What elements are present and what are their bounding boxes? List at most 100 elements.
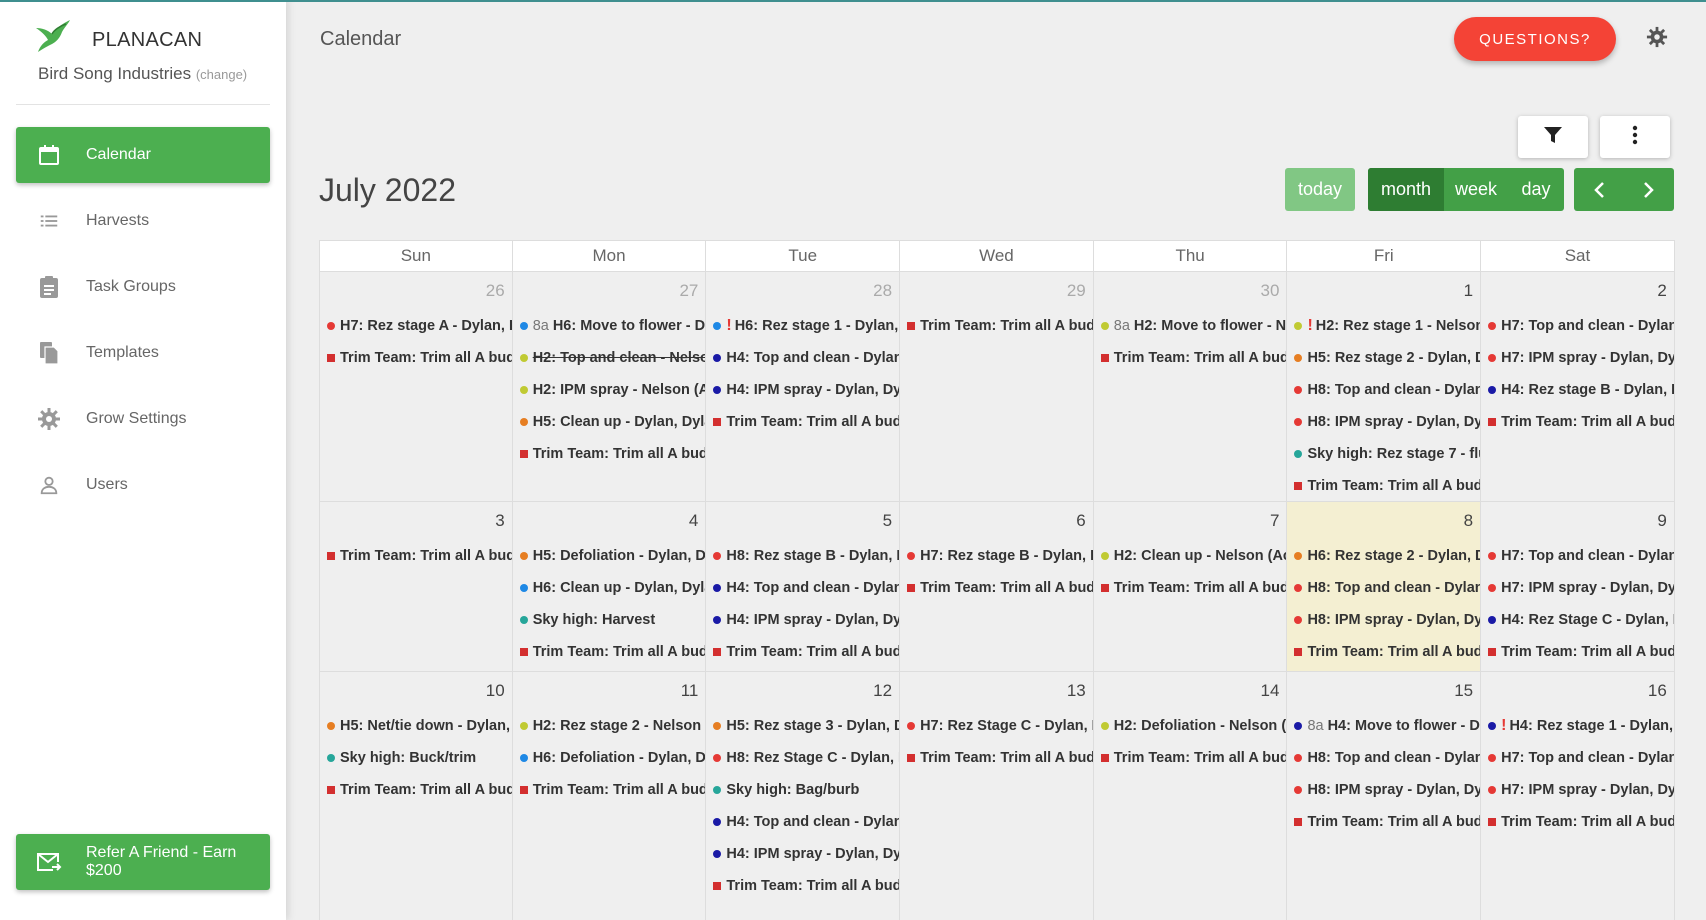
calendar-event[interactable]: H7: IPM spray - Dylan, Dy xyxy=(1481,774,1674,806)
calendar-event[interactable]: H4: Top and clean - Dylan xyxy=(706,806,899,838)
calendar-event[interactable]: H8: Top and clean - Dylan xyxy=(1287,572,1480,604)
day-cell[interactable]: 11 H2: Rez stage 2 - Nelson H6: Defoliatio… xyxy=(513,672,707,920)
day-cell[interactable]: 5 H8: Rez stage B - Dylan, D H4: Top and c… xyxy=(706,502,901,672)
calendar-event[interactable]: Trim Team: Trim all A buds xyxy=(706,406,899,438)
calendar-event[interactable]: H4: IPM spray - Dylan, Dy xyxy=(706,838,899,870)
calendar-event[interactable]: H8: Rez stage B - Dylan, D xyxy=(706,540,899,572)
calendar-event[interactable]: Trim Team: Trim all A buds xyxy=(1094,342,1286,374)
calendar-event[interactable]: H4: Rez stage B - Dylan, D xyxy=(1481,374,1674,406)
day-cell[interactable]: 4 H5: Defoliation - Dylan, Dy H6: Clean up… xyxy=(512,502,707,672)
calendar-event[interactable]: Trim Team: Trim all A buds xyxy=(1481,406,1674,438)
brand[interactable]: PLANACAN xyxy=(32,16,272,66)
calendar-event[interactable]: H4: Rez Stage C - Dylan, D xyxy=(1481,604,1674,636)
day-cell[interactable]: 9 H7: Top and clean - Dylan H7: IPM spray … xyxy=(1481,502,1675,672)
calendar-event[interactable]: H7: Top and clean - Dylan xyxy=(1481,310,1674,342)
view-week-button[interactable]: week xyxy=(1444,168,1508,211)
next-month-button[interactable] xyxy=(1624,168,1674,211)
calendar-event[interactable]: H8: IPM spray - Dylan, Dy xyxy=(1287,406,1480,438)
more-options-button[interactable] xyxy=(1600,116,1670,158)
day-cell[interactable]: 29 Trim Team: Trim all A buds xyxy=(900,272,1094,502)
sidebar-item-calendar[interactable]: Calendar xyxy=(16,127,270,183)
calendar-event[interactable]: H7: IPM spray - Dylan, Dy xyxy=(1481,342,1674,374)
calendar-event[interactable]: Trim Team: Trim all A buds xyxy=(706,870,899,902)
day-number[interactable]: 4 xyxy=(513,502,706,534)
calendar-event[interactable]: H6: Defoliation - Dylan, Dy xyxy=(513,742,705,774)
sidebar-item-grow-settings[interactable]: Grow Settings xyxy=(16,391,270,447)
calendar-event[interactable]: H5: Net/tie down - Dylan, xyxy=(320,710,512,742)
sidebar-item-task-groups[interactable]: Task Groups xyxy=(16,259,270,315)
calendar-event[interactable]: Trim Team: Trim all A buds xyxy=(513,438,705,470)
calendar-event[interactable]: Trim Team: Trim all A buds xyxy=(513,774,705,806)
calendar-event[interactable]: H8: Top and clean - Dylan xyxy=(1287,742,1480,774)
calendar-event[interactable]: H7: Rez stage A - Dylan, D xyxy=(320,310,512,342)
day-number[interactable]: 10 xyxy=(320,672,512,704)
calendar-event[interactable]: H4: IPM spray - Dylan, Dy xyxy=(706,374,899,406)
day-number[interactable]: 26 xyxy=(320,272,512,304)
calendar-event[interactable]: Trim Team: Trim all A buds xyxy=(900,572,1093,604)
day-cell[interactable]: 16 ! H4: Rez stage 1 - Dylan, H7: Top and c… xyxy=(1481,672,1675,920)
day-cell[interactable]: 26 H7: Rez stage A - Dylan, D Trim Team: T… xyxy=(319,272,513,502)
day-number[interactable]: 7 xyxy=(1094,502,1287,534)
calendar-event[interactable]: Trim Team: Trim all A buds xyxy=(1481,806,1674,838)
calendar-event[interactable]: 8a H2: Move to flower - N xyxy=(1094,310,1287,342)
day-number[interactable]: 3 xyxy=(320,502,512,534)
day-number[interactable]: 15 xyxy=(1287,672,1480,704)
day-number[interactable]: 27 xyxy=(513,272,706,304)
calendar-event[interactable]: H2: Rez stage 2 - Nelson xyxy=(513,710,706,742)
calendar-event[interactable]: ! H4: Rez stage 1 - Dylan, xyxy=(1481,710,1674,742)
calendar-event[interactable]: Sky high: Buck/trim xyxy=(320,742,512,774)
day-cell[interactable]: 12 H5: Rez stage 3 - Dylan, D H8: Rez Stag… xyxy=(706,672,901,920)
day-number[interactable]: 14 xyxy=(1094,672,1287,704)
day-cell[interactable]: 27 8a H6: Move to flower - D H2: Top and cl… xyxy=(512,272,707,502)
calendar-event[interactable]: H6: Rez stage 2 - Dylan, D xyxy=(1287,540,1480,572)
calendar-event[interactable]: H7: Top and clean - Dylan xyxy=(1481,742,1674,774)
calendar-event[interactable]: Trim Team: Trim all A buds xyxy=(1287,636,1480,668)
calendar-event[interactable]: H4: Top and clean - Dylan xyxy=(706,342,899,374)
view-month-button[interactable]: month xyxy=(1368,168,1444,211)
refer-friend-button[interactable]: Refer A Friend - Earn $200 xyxy=(16,834,270,890)
questions-button[interactable]: QUESTIONS? xyxy=(1454,17,1616,61)
day-number[interactable]: 9 xyxy=(1481,502,1674,534)
day-cell[interactable]: 15 8a H4: Move to flower - D H8: Top and cl… xyxy=(1287,672,1482,920)
today-button[interactable]: today xyxy=(1285,168,1355,211)
sidebar-item-templates[interactable]: Templates xyxy=(16,325,270,381)
filter-button[interactable] xyxy=(1518,116,1588,158)
calendar-event[interactable]: H7: Rez stage B - Dylan, D xyxy=(900,540,1093,572)
calendar-event[interactable]: H7: Top and clean - Dylan xyxy=(1481,540,1674,572)
settings-gear-icon[interactable] xyxy=(1646,26,1672,52)
day-cell-today[interactable]: 8 H6: Rez stage 2 - Dylan, D H8: Top and c… xyxy=(1287,502,1482,672)
calendar-event[interactable]: ! H2: Rez stage 1 - Nelson xyxy=(1287,310,1480,342)
day-cell[interactable]: 30 8a H2: Move to flower - N Trim Team: Tri… xyxy=(1093,272,1288,502)
calendar-event[interactable]: H8: Rez Stage C - Dylan, D xyxy=(706,742,899,774)
calendar-event[interactable]: Trim Team: Trim all A buds xyxy=(513,636,705,668)
calendar-event[interactable]: H4: Top and clean - Dylan xyxy=(706,572,899,604)
day-number[interactable]: 29 xyxy=(900,272,1093,304)
sidebar-item-users[interactable]: Users xyxy=(16,457,270,513)
calendar-event[interactable]: H7: IPM spray - Dylan, Dy xyxy=(1481,572,1674,604)
day-cell[interactable]: 14 H2: Defoliation - Nelson (Trim Team: T… xyxy=(1094,672,1288,920)
calendar-event[interactable]: H5: Rez stage 2 - Dylan, D xyxy=(1287,342,1480,374)
calendar-event[interactable]: H5: Rez stage 3 - Dylan, D xyxy=(706,710,899,742)
calendar-event[interactable]: Trim Team: Trim all A buds xyxy=(320,342,512,374)
day-cell[interactable]: 10 H5: Net/tie down - Dylan, Sky high: Buc… xyxy=(319,672,513,920)
calendar-event[interactable]: Trim Team: Trim all A buds xyxy=(706,636,899,668)
calendar-event[interactable]: H6: Clean up - Dylan, Dyla xyxy=(513,572,705,604)
day-number[interactable]: 1 xyxy=(1287,272,1480,304)
calendar-event[interactable]: Trim Team: Trim all A buds xyxy=(1287,806,1480,838)
day-cell[interactable]: 6 H7: Rez stage B - Dylan, D Trim Team: Tr… xyxy=(900,502,1094,672)
calendar-event[interactable]: Trim Team: Trim all A buds xyxy=(1481,636,1674,668)
day-number[interactable]: 5 xyxy=(706,502,899,534)
sidebar-item-harvests[interactable]: Harvests xyxy=(16,193,270,249)
calendar-event[interactable]: H7: Rez Stage C - Dylan, D xyxy=(900,710,1093,742)
calendar-event[interactable]: Trim Team: Trim all A buds xyxy=(320,540,512,572)
calendar-event[interactable]: Sky high: Bag/burb xyxy=(706,774,899,806)
day-number[interactable]: 2 xyxy=(1481,272,1674,304)
day-number[interactable]: 12 xyxy=(706,672,899,704)
calendar-event[interactable]: H4: IPM spray - Dylan, Dy xyxy=(706,604,899,636)
day-number[interactable]: 13 xyxy=(900,672,1093,704)
day-number[interactable]: 16 xyxy=(1481,672,1674,704)
day-number[interactable]: 6 xyxy=(900,502,1093,534)
calendar-event[interactable]: Trim Team: Trim all A buds xyxy=(320,774,512,806)
calendar-event[interactable]: H5: Clean up - Dylan, Dyla xyxy=(513,406,705,438)
day-number[interactable]: 30 xyxy=(1094,272,1287,304)
